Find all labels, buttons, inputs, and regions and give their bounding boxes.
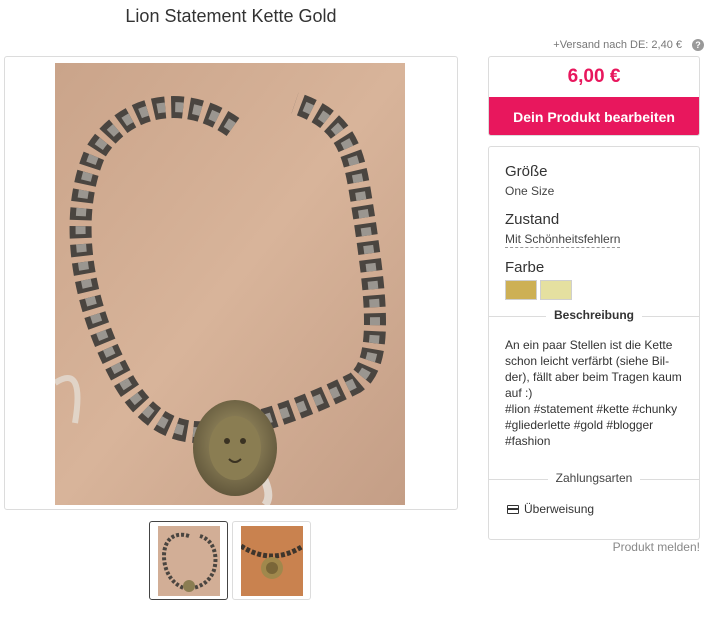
details-box: Größe One Size Zustand Mit Schönheitsfeh… (488, 146, 700, 540)
payment-method: Überweisung (507, 502, 594, 516)
thumbnail-1[interactable] (149, 521, 228, 600)
condition-label: Zustand (505, 211, 560, 228)
shipping-info: +Versand nach DE: 2,40 € ? (553, 39, 704, 51)
price: 6,00 € (567, 66, 621, 87)
thumbnail-image-worn (241, 526, 303, 596)
color-swatch-gold[interactable] (505, 280, 537, 300)
thumbnail-image-necklace (158, 526, 220, 596)
description-text: An ein paar Stellen ist die Kette schon … (505, 338, 682, 448)
report-product-link[interactable]: Produkt melden! (613, 540, 700, 554)
price-box: 6,00 € Dein Produkt bearbeiten (488, 56, 700, 136)
color-swatch-light-gold[interactable] (540, 280, 572, 300)
credit-card-icon (507, 504, 519, 514)
main-image-frame[interactable] (4, 56, 458, 510)
description-heading-text: Beschreibung (545, 308, 642, 322)
product-title: Lion Statement Kette Gold (125, 6, 337, 26)
edit-product-button[interactable]: Dein Produkt bearbeiten (489, 97, 699, 135)
shipping-text: +Versand nach DE: 2,40 € (553, 39, 682, 51)
payment-method-label: Überweisung (524, 502, 595, 516)
help-icon[interactable]: ? (692, 39, 704, 51)
payment-heading-text: Zahlungsarten (547, 471, 641, 485)
main-product-image[interactable] (55, 63, 405, 505)
size-label: Größe (505, 163, 548, 180)
payment-heading: Zahlungsarten (489, 471, 699, 485)
condition-value[interactable]: Mit Schönheitsfehlern (505, 232, 621, 248)
description-heading: Beschreibung (489, 308, 699, 322)
size-value: One Size (505, 184, 555, 198)
color-label: Farbe (505, 259, 545, 276)
thumbnail-2[interactable] (232, 521, 311, 600)
